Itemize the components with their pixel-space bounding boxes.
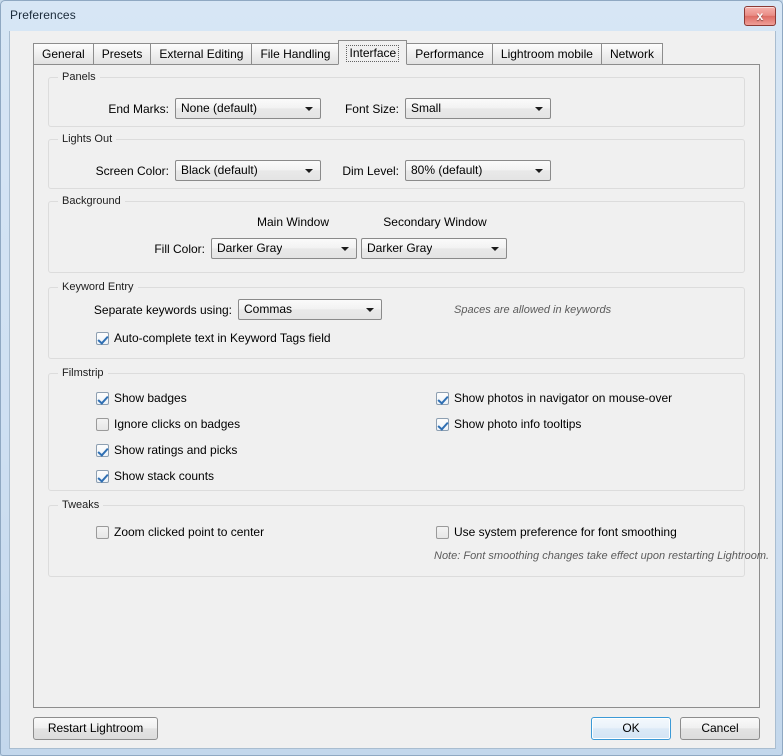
restart-lightroom-button[interactable]: Restart Lightroom [33,717,158,740]
tab-label: Performance [415,47,484,61]
keyword-entry-group-title: Keyword Entry [58,281,138,293]
tab-file-handling[interactable]: File Handling [251,43,340,65]
chevron-down-icon [535,169,543,173]
separate-keywords-label: Separate keywords using: [93,303,232,317]
tweaks-group-title: Tweaks [58,499,104,511]
dim-level-select[interactable]: 80% (default) [405,160,551,181]
tab-network[interactable]: Network [600,43,663,65]
checkbox-box [96,526,109,539]
tab-performance[interactable]: Performance [406,43,493,65]
end-marks-label: End Marks: [108,102,169,116]
close-button[interactable]: x [744,6,776,26]
dim-level-label: Dim Level: [342,164,399,178]
tab-interface[interactable]: Interface [338,40,408,65]
checkbox-box [96,332,109,345]
font-size-value: Small [411,101,442,115]
tab-label: Interface [346,45,400,62]
font-size-select[interactable]: Small [405,98,551,119]
checkbox-box [436,392,449,405]
lights-out-group-title: Lights Out [58,133,117,145]
checkbox-box [436,418,449,431]
separate-keywords-value: Commas [244,302,293,316]
checkbox-box [96,392,109,405]
secondary-fill-color-value: Darker Gray [367,241,433,255]
main-fill-color-select[interactable]: Darker Gray [211,238,357,259]
main-fill-color-value: Darker Gray [217,241,283,255]
secondary-fill-color-select[interactable]: Darker Gray [361,238,507,259]
show-photo-info-tooltips-label: Show photo info tooltips [454,417,582,431]
chevron-down-icon [366,308,374,312]
ignore-clicks-badges-label: Ignore clicks on badges [114,417,241,431]
checkbox-box [96,418,109,431]
font-size-label: Font Size: [344,102,399,116]
chevron-down-icon [535,107,543,111]
keyword-entry-group: Keyword Entry Separate keywords using: C… [48,281,745,359]
dialog-client-area: General Presets External Editing File Handl… [9,31,776,749]
checkbox-box [436,526,449,539]
checkbox-box [96,470,109,483]
background-group: Background Main Window Secondary Window … [48,195,745,273]
show-stack-counts-label: Show stack counts [114,469,215,483]
window-title: Preferences [10,8,76,22]
cancel-button[interactable]: Cancel [680,717,760,740]
chevron-down-icon [491,247,499,251]
font-smoothing-note: Note: Font smoothing changes take effect… [434,550,770,562]
zoom-clicked-point-label: Zoom clicked point to center [114,525,265,539]
filmstrip-group: Filmstrip Show badges Ignore clicks on b… [48,367,745,491]
fill-color-label: Fill Color: [154,242,205,256]
interface-tab-panel: Panels End Marks: None (default) Font Si… [33,64,769,708]
panels-group-title: Panels [58,71,100,83]
end-marks-value: None (default) [181,101,258,115]
spaces-allowed-hint: Spaces are allowed in keywords [454,304,612,316]
show-photos-navigator-label: Show photos in navigator on mouse-over [454,391,673,405]
dim-level-value: 80% (default) [411,163,483,177]
panels-group: Panels End Marks: None (default) Font Si… [48,71,745,127]
tab-label: Lightroom mobile [500,47,593,61]
chevron-down-icon [341,247,349,251]
tab-label: External Editing [159,47,244,61]
ok-button[interactable]: OK [591,717,671,740]
checkbox-box [96,444,109,457]
filmstrip-group-title: Filmstrip [58,367,108,379]
show-badges-label: Show badges [114,391,187,405]
background-group-title: Background [58,195,125,207]
tab-external-editing[interactable]: External Editing [150,43,253,65]
screen-color-value: Black (default) [181,163,258,177]
preferences-tabstrip: General Presets External Editing File Handl… [33,40,663,65]
tab-label: File Handling [260,47,331,61]
close-icon: x [756,9,764,23]
show-ratings-picks-label: Show ratings and picks [114,443,238,457]
tab-presets[interactable]: Presets [92,43,152,65]
tab-general[interactable]: General [33,43,94,65]
tweaks-group: Tweaks Zoom clicked point to center Use … [48,499,769,577]
font-smoothing-label: Use system preference for font smoothing [454,525,677,539]
tab-label: Network [609,47,654,61]
tab-label: Presets [101,47,143,61]
separate-keywords-select[interactable]: Commas [238,299,382,320]
tab-label: General [42,47,85,61]
lights-out-group: Lights Out Screen Color: Black (default)… [48,133,745,189]
tab-lightroom-mobile[interactable]: Lightroom mobile [491,43,602,65]
title-bar: Preferences x [1,1,782,31]
secondary-window-header: Secondary Window [383,215,487,229]
preferences-dialog: Preferences x General Presets External Edi… [0,0,783,756]
autocomplete-keyword-label: Auto-complete text in Keyword Tags field [114,331,331,345]
screen-color-label: Screen Color: [95,164,169,178]
